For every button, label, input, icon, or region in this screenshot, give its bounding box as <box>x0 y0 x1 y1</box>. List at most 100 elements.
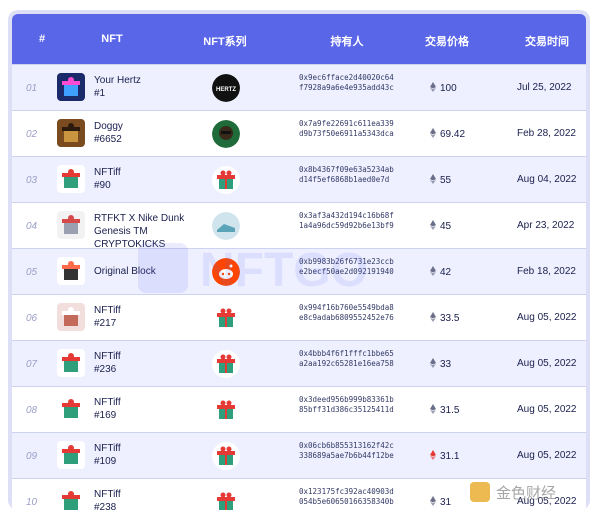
price-value: 69.42 <box>440 129 466 140</box>
holder-address[interactable]: 0x8b4367f09e63a5234abd14f5ef6868b1aed0e7… <box>299 165 395 185</box>
header-price: 交易价格 <box>425 36 469 48</box>
trade-price: 31.5 <box>430 404 459 416</box>
nft-name-line: NFTiff <box>94 167 121 178</box>
nft-name[interactable]: Doggy #6652 <box>94 120 204 146</box>
table-row[interactable]: 09 NFTiff #109 0x06cb6b855313162f42c338689a… <box>12 432 586 478</box>
eth-icon <box>430 404 440 416</box>
holder-address[interactable]: 0x3deed956b999b83361b85bff31d386c3512541… <box>299 395 395 415</box>
table-row[interactable]: 02 Doggy #6652 0x7a9fe22691c611ea339d9b73f5… <box>12 110 586 156</box>
eth-icon <box>430 174 440 186</box>
price-value: 55 <box>440 175 452 186</box>
nft-thumbnail[interactable] <box>57 303 85 331</box>
nft-name[interactable]: RTFKT X Nike Dunk Genesis TM CRYPTOKICKS <box>94 212 204 251</box>
nft-name-line: NFTiff <box>94 489 121 500</box>
trade-date: Feb 28, 2022 <box>517 128 576 139</box>
eth-icon <box>430 266 440 278</box>
trade-date: Apr 23, 2022 <box>517 220 575 231</box>
price-value: 31.5 <box>440 405 460 416</box>
trade-date: Aug 05, 2022 <box>517 450 577 461</box>
header-time: 交易时间 <box>525 36 569 48</box>
trade-price: 55 <box>430 174 451 186</box>
rank-number: 02 <box>26 129 38 140</box>
holder-address[interactable]: 0x7a9fe22691c611ea339d9b73f50e6911a5343d… <box>299 119 395 139</box>
nft-name[interactable]: NFTiff #236 <box>94 350 204 376</box>
rank-number: 06 <box>26 313 38 324</box>
nft-name-line: NFTiff <box>94 397 121 408</box>
gift-box-icon[interactable] <box>212 304 240 332</box>
nft-thumbnail[interactable] <box>57 487 85 510</box>
trade-date: Aug 05, 2022 <box>517 404 577 415</box>
nft-name[interactable]: Original Block <box>94 265 204 278</box>
price-value: 42 <box>440 267 452 278</box>
table-row[interactable]: 06 NFTiff #217 0x994f16b760e5549bda8e8c9ada… <box>12 294 586 340</box>
gift-box-icon[interactable] <box>212 442 240 470</box>
nft-name-line: #109 <box>94 456 117 467</box>
nft-thumbnail[interactable] <box>57 395 85 423</box>
table-row[interactable]: 04 RTFKT X Nike Dunk Genesis TM CRYPTOKICK… <box>12 202 586 251</box>
nft-name[interactable]: NFTiff #90 <box>94 166 204 192</box>
trade-date: Aug 04, 2022 <box>517 174 577 185</box>
eth-icon <box>430 496 440 508</box>
trade-price: 69.42 <box>430 128 465 140</box>
nft-name[interactable]: Your Hertz #1 <box>94 74 204 100</box>
holder-address[interactable]: 0x06cb6b855313162f42c338689a5ae7b6b44f12… <box>299 441 395 461</box>
nft-thumbnail[interactable] <box>57 119 85 147</box>
hertz-logo-icon[interactable]: HERTZ <box>212 74 240 102</box>
rank-number: 09 <box>26 451 38 462</box>
eth-icon <box>430 82 440 94</box>
nft-name[interactable]: NFTiff #169 <box>94 396 204 422</box>
nft-thumbnail[interactable] <box>57 73 85 101</box>
trade-price: 100 <box>430 82 457 94</box>
table-row[interactable]: 08 NFTiff #169 0x3deed956b999b83361b85bff31… <box>12 386 586 432</box>
rank-number: 08 <box>26 405 38 416</box>
table-row[interactable]: 03 NFTiff #90 0x8b4367f09e63a5234abd14f5ef6… <box>12 156 586 202</box>
nft-name[interactable]: NFTiff #238 <box>94 488 204 510</box>
gift-box-icon[interactable] <box>212 488 240 510</box>
eth-icon <box>430 128 440 140</box>
table-row[interactable]: 05 Original Block 0xb9983b26f6731e23ccbe2b… <box>12 248 586 294</box>
holder-address[interactable]: 0x123175fc392ac40903d054b5e6065016635834… <box>299 487 395 507</box>
nft-name[interactable]: NFTiff #109 <box>94 442 204 468</box>
nft-name-line: NFTiff <box>94 351 121 362</box>
holder-address[interactable]: 0x9ec6fface2d40020c64f7928a9a6e4e935add4… <box>299 73 395 93</box>
nft-thumbnail[interactable] <box>57 165 85 193</box>
reddit-icon[interactable] <box>212 258 240 286</box>
nft-name-line: #1 <box>94 88 106 99</box>
trade-date: Feb 18, 2022 <box>517 266 576 277</box>
price-value: 33 <box>440 359 452 370</box>
nft-name-line: Doggy <box>94 121 123 132</box>
doggy-collection-icon[interactable] <box>212 120 240 148</box>
gift-box-icon[interactable] <box>212 350 240 378</box>
table-row[interactable]: 07 NFTiff #236 0x4bbb4f6f1fffc1bbe65a2aa192… <box>12 340 586 386</box>
nft-name[interactable]: NFTiff #217 <box>94 304 204 330</box>
nft-name-line: Original Block <box>94 266 156 277</box>
nft-name-line: #90 <box>94 180 111 191</box>
sneaker-collection-icon[interactable] <box>212 212 240 240</box>
header-holder: 持有人 <box>330 36 364 48</box>
nft-thumbnail[interactable] <box>57 349 85 377</box>
holder-address[interactable]: 0x994f16b760e5549bda8e8c9adab6809552452e… <box>299 303 395 323</box>
rank-number: 04 <box>26 221 38 232</box>
nft-name-line: Your Hertz <box>94 75 141 86</box>
eth-icon <box>430 358 440 370</box>
nft-thumbnail[interactable] <box>57 441 85 469</box>
rank-number: 10 <box>26 497 38 508</box>
trade-price: 45 <box>430 220 451 232</box>
holder-address[interactable]: 0xb9983b26f6731e23ccbe2becf50ae2d0921919… <box>299 257 395 277</box>
holder-address[interactable]: 0x3af3a432d194c16b68f1a4a96dc59d92b6e13b… <box>299 211 395 231</box>
trade-price: 33.5 <box>430 312 459 324</box>
table-frame: # NFT NFT系列 持有人 交易价格 交易时间 01 Your Hertz #1… <box>8 10 590 510</box>
nft-name-line: #169 <box>94 410 117 421</box>
eth-icon <box>430 450 440 462</box>
jinse-logo-icon <box>470 482 490 502</box>
gift-box-icon[interactable] <box>212 166 240 194</box>
holder-address[interactable]: 0x4bbb4f6f1fffc1bbe65a2aa192c65281e16ea7… <box>299 349 395 369</box>
table-row[interactable]: 01 Your Hertz #1 HERTZ 0x9ec6fface2d40020c64… <box>12 64 586 110</box>
nft-sales-table: # NFT NFT系列 持有人 交易价格 交易时间 01 Your Hertz #1… <box>12 14 586 510</box>
header-rank: # <box>38 33 46 45</box>
nft-thumbnail[interactable] <box>57 211 85 239</box>
header-nft: NFT <box>101 33 123 45</box>
gift-box-icon[interactable] <box>212 396 240 424</box>
nft-thumbnail[interactable] <box>57 257 85 285</box>
nft-name-line: NFTiff <box>94 305 121 316</box>
